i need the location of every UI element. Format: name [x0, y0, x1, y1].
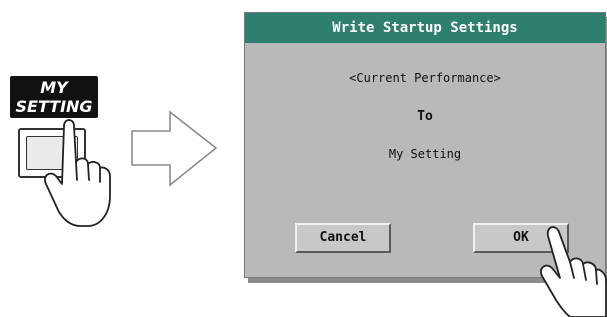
overlay-graphics [44, 110, 607, 317]
pointing-hand-icon [540, 226, 607, 317]
right-arrow-icon [131, 110, 218, 187]
pointing-hand-icon [44, 119, 111, 227]
